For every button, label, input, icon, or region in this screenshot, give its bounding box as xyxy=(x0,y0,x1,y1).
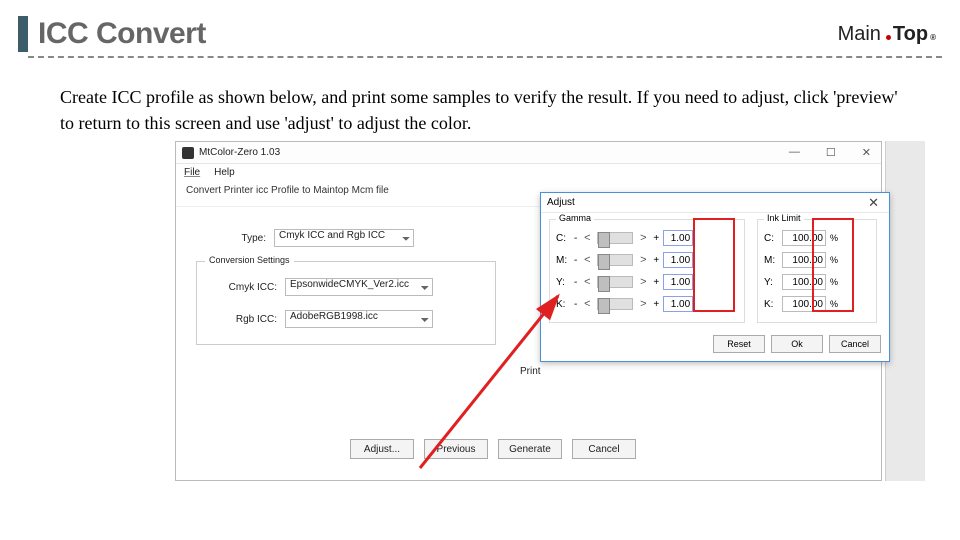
slide-title: ICC Convert xyxy=(38,17,206,51)
generate-button[interactable]: Generate xyxy=(498,439,562,459)
logo-part1: Main xyxy=(838,23,881,46)
background-app-strip xyxy=(885,141,925,481)
titlebar-left: MtColor-Zero 1.03 xyxy=(182,147,280,159)
dialog-cancel-button[interactable]: Cancel xyxy=(829,335,881,353)
left-arrow-icon[interactable]: < xyxy=(581,232,593,244)
channel-k: K: xyxy=(556,299,570,310)
right-arrow-icon[interactable]: > xyxy=(637,298,649,310)
slide-body-text: Create ICC profile as shown below, and p… xyxy=(60,84,900,136)
cmyk-combo[interactable]: EpsonwideCMYK_Ver2.icc xyxy=(285,278,433,296)
ink-channel-y: Y: xyxy=(764,277,778,288)
group-title: Conversion Settings xyxy=(205,255,294,265)
close-button[interactable]: ✕ xyxy=(856,144,877,161)
gamma-value-m[interactable] xyxy=(663,252,693,268)
minus-icon[interactable]: - xyxy=(574,277,577,288)
ink-channel-k: K: xyxy=(764,299,778,310)
channel-y: Y: xyxy=(556,277,570,288)
type-label: Type: xyxy=(196,233,266,244)
maintop-logo: Main Top® xyxy=(838,23,936,46)
plus-icon[interactable]: + xyxy=(653,233,659,244)
ok-button[interactable]: Ok xyxy=(771,335,823,353)
row-cmyk: Cmyk ICC: EpsonwideCMYK_Ver2.icc xyxy=(207,278,485,296)
registered-icon: ® xyxy=(930,33,936,42)
dialog-titlebar: Adjust ✕ xyxy=(541,193,889,213)
slide-header: ICC Convert Main Top® xyxy=(0,0,960,56)
row-rgb: Rgb ICC: AdobeRGB1998.icc xyxy=(207,310,485,328)
cancel-button[interactable]: Cancel xyxy=(572,439,636,459)
dialog-title: Adjust xyxy=(547,197,575,208)
left-arrow-icon[interactable]: < xyxy=(581,276,593,288)
channel-c: C: xyxy=(556,233,570,244)
cmyk-label: Cmyk ICC: xyxy=(207,282,277,293)
close-icon[interactable]: ✕ xyxy=(864,195,883,211)
right-arrow-icon[interactable]: > xyxy=(637,254,649,266)
left-arrow-icon[interactable]: < xyxy=(581,298,593,310)
gamma-value-c[interactable] xyxy=(663,230,693,246)
title-accent xyxy=(18,16,28,52)
plus-icon[interactable]: + xyxy=(653,255,659,266)
print-label: Print xyxy=(520,366,541,377)
minus-icon[interactable]: - xyxy=(574,255,577,266)
right-arrow-icon[interactable]: > xyxy=(637,232,649,244)
window-title: MtColor-Zero 1.03 xyxy=(199,147,280,158)
plus-icon[interactable]: + xyxy=(653,299,659,310)
wizard-buttons: Adjust... Previous Generate Cancel xyxy=(350,439,636,459)
gamma-value-y[interactable] xyxy=(663,274,693,290)
minus-icon[interactable]: - xyxy=(574,299,577,310)
gamma-slider-y[interactable] xyxy=(597,276,633,288)
window-controls: — ☐ ✕ xyxy=(783,144,877,161)
titlebar: MtColor-Zero 1.03 — ☐ ✕ xyxy=(176,142,881,164)
menu-file[interactable]: File xyxy=(184,167,200,178)
channel-m: M: xyxy=(556,255,570,266)
highlight-gamma-values xyxy=(693,218,735,312)
previous-button[interactable]: Previous xyxy=(424,439,488,459)
title-wrap: ICC Convert xyxy=(18,16,206,52)
highlight-ink-values xyxy=(812,218,854,312)
ink-channel-c: C: xyxy=(764,233,778,244)
conversion-settings-group: Conversion Settings Cmyk ICC: EpsonwideC… xyxy=(196,261,496,345)
rgb-label: Rgb ICC: xyxy=(207,314,277,325)
type-combo[interactable]: Cmyk ICC and Rgb ICC xyxy=(274,229,414,247)
gamma-title: Gamma xyxy=(556,213,594,223)
dialog-buttons: Reset Ok Cancel xyxy=(541,331,889,361)
gamma-slider-c[interactable] xyxy=(597,232,633,244)
gamma-slider-m[interactable] xyxy=(597,254,633,266)
menu-help[interactable]: Help xyxy=(214,167,235,178)
minus-icon[interactable]: - xyxy=(574,233,577,244)
logo-part2: Top xyxy=(893,23,928,46)
maximize-button[interactable]: ☐ xyxy=(820,144,842,161)
menubar: File Help xyxy=(176,164,881,181)
rgb-combo[interactable]: AdobeRGB1998.icc xyxy=(285,310,433,328)
app-icon xyxy=(182,147,194,159)
ink-channel-m: M: xyxy=(764,255,778,266)
plus-icon[interactable]: + xyxy=(653,277,659,288)
divider xyxy=(28,56,942,58)
reset-button[interactable]: Reset xyxy=(713,335,765,353)
adjust-button[interactable]: Adjust... xyxy=(350,439,414,459)
gamma-value-k[interactable] xyxy=(663,296,693,312)
minimize-button[interactable]: — xyxy=(783,144,806,161)
inklimit-title: Ink Limit xyxy=(764,213,804,223)
gamma-slider-k[interactable] xyxy=(597,298,633,310)
right-arrow-icon[interactable]: > xyxy=(637,276,649,288)
logo-dot-icon xyxy=(886,35,891,40)
left-arrow-icon[interactable]: < xyxy=(581,254,593,266)
